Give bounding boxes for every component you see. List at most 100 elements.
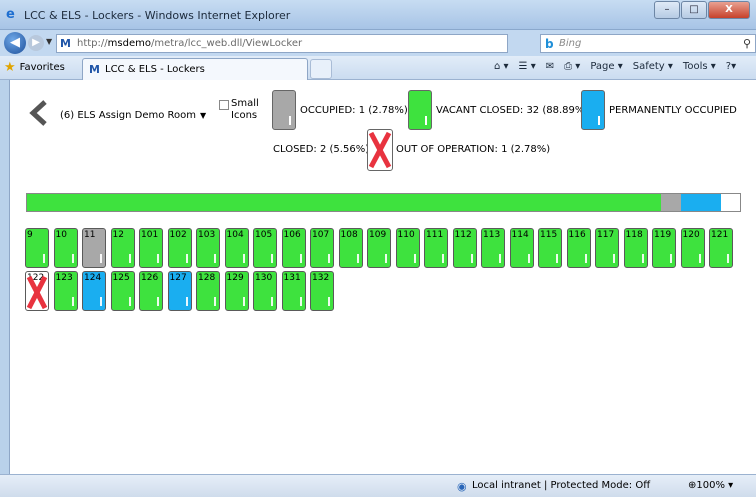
new-tab-button[interactable] bbox=[310, 59, 332, 79]
locker-11[interactable]: 11 bbox=[82, 228, 106, 268]
zoom-level[interactable]: ⊕100% ▾ bbox=[688, 480, 733, 491]
out-of-operation-swatch bbox=[367, 129, 393, 171]
locker-111[interactable]: 111 bbox=[424, 228, 448, 268]
locker-handle bbox=[157, 297, 159, 306]
tab-lockers[interactable]: M LCC & ELS - Lockers bbox=[82, 58, 308, 80]
safety-menu[interactable]: Safety ▾ bbox=[633, 61, 673, 72]
locker-12[interactable]: 12 bbox=[110, 228, 135, 268]
close-button[interactable]: X bbox=[708, 1, 750, 19]
locker-handle bbox=[442, 254, 444, 263]
back-button[interactable]: ◀ bbox=[4, 32, 26, 54]
locker-105[interactable]: 105 bbox=[253, 228, 277, 268]
locker-117[interactable]: 117 bbox=[595, 228, 619, 268]
tools-menu[interactable]: Tools ▾ bbox=[683, 61, 716, 72]
locker-129[interactable]: 129 bbox=[224, 271, 249, 311]
locker-number: 110 bbox=[397, 230, 415, 240]
locker-106[interactable]: 106 bbox=[281, 228, 306, 268]
locker-handle bbox=[698, 254, 701, 263]
locker-120[interactable]: 120 bbox=[680, 228, 705, 268]
locker-10[interactable]: 10 bbox=[53, 228, 78, 268]
locker-handle bbox=[385, 254, 387, 263]
locker-number: 131 bbox=[283, 273, 301, 283]
address-url[interactable]: http://msdemo/metra/lcc_web.dll/ViewLock… bbox=[77, 38, 302, 49]
locker-118[interactable]: 118 bbox=[623, 228, 648, 268]
locker-102[interactable]: 102 bbox=[167, 228, 192, 268]
locker-107[interactable]: 107 bbox=[310, 228, 334, 268]
locker-number: 128 bbox=[198, 273, 216, 283]
occupancy-bar-permanent bbox=[681, 194, 721, 211]
legend-occupied: OCCUPIED: 1 (2.78%) bbox=[272, 90, 408, 130]
locker-number: 113 bbox=[483, 230, 501, 240]
locker-handle bbox=[584, 254, 587, 263]
locker-handle bbox=[641, 254, 644, 263]
favorites-bar: ★ Favorites M LCC & ELS - Lockers ⌂ ▾ ☰ … bbox=[0, 56, 756, 80]
help-menu[interactable]: ?▾ bbox=[726, 61, 736, 72]
locker-handle bbox=[499, 254, 501, 263]
locker-number: 104 bbox=[226, 230, 244, 240]
locker-9[interactable]: 9 bbox=[25, 228, 49, 268]
room-select-value: (6) ELS Assign Demo Room bbox=[60, 109, 197, 121]
locker-handle bbox=[470, 254, 473, 263]
locker-number: 125 bbox=[112, 273, 130, 283]
home-icon[interactable]: ⌂ ▾ bbox=[494, 61, 509, 72]
locker-number: 130 bbox=[255, 273, 273, 283]
legend-vacant-closed: VACANT CLOSED: 32 (88.89%) bbox=[408, 90, 588, 130]
small-icons-checkbox[interactable] bbox=[219, 100, 229, 110]
minimize-button[interactable]: – bbox=[654, 1, 680, 19]
locker-109[interactable]: 109 bbox=[367, 228, 391, 268]
locker-124[interactable]: 124 bbox=[82, 271, 106, 311]
history-dropdown-icon[interactable]: ▼ bbox=[46, 37, 52, 46]
locker-104[interactable]: 104 bbox=[224, 228, 249, 268]
locker-number: 111 bbox=[426, 230, 444, 240]
locker-handle bbox=[328, 254, 330, 263]
feeds-icon[interactable]: ☰ ▾ bbox=[519, 61, 536, 72]
locker-number: 118 bbox=[625, 230, 643, 240]
vacant-swatch bbox=[408, 90, 432, 130]
locker-132[interactable]: 132 bbox=[310, 271, 334, 311]
locker-121[interactable]: 121 bbox=[709, 228, 733, 268]
locker-123[interactable]: 123 bbox=[53, 271, 78, 311]
locker-127[interactable]: 127 bbox=[167, 271, 192, 311]
room-select[interactable]: (6) ELS Assign Demo Room ▼ bbox=[60, 107, 206, 123]
print-icon[interactable]: ⎙ ▾ bbox=[564, 61, 580, 72]
favorites-button[interactable]: ★ Favorites bbox=[4, 60, 65, 75]
locker-number: 129 bbox=[226, 273, 244, 283]
locker-101[interactable]: 101 bbox=[139, 228, 163, 268]
locker-number: 119 bbox=[654, 230, 672, 240]
locker-126[interactable]: 126 bbox=[139, 271, 163, 311]
mail-icon[interactable]: ✉ bbox=[546, 61, 554, 72]
locker-114[interactable]: 114 bbox=[509, 228, 534, 268]
locker-125[interactable]: 125 bbox=[110, 271, 135, 311]
page-menu[interactable]: Page ▾ bbox=[590, 61, 622, 72]
locker-number: 102 bbox=[169, 230, 187, 240]
locker-handle bbox=[128, 254, 131, 263]
locker-130[interactable]: 130 bbox=[253, 271, 277, 311]
locker-handle bbox=[613, 254, 615, 263]
locker-number: 106 bbox=[283, 230, 301, 240]
locker-number: 121 bbox=[711, 230, 729, 240]
command-bar: ⌂ ▾ ☰ ▾ ✉ ⎙ ▾ Page ▾ Safety ▾ Tools ▾ ?▾ bbox=[494, 61, 736, 72]
locker-number: 132 bbox=[312, 273, 330, 283]
page-content: (6) ELS Assign Demo Room ▼ Small Icons O… bbox=[9, 80, 756, 474]
locker-113[interactable]: 113 bbox=[481, 228, 505, 268]
forward-button[interactable]: ▶ bbox=[28, 35, 44, 51]
locker-115[interactable]: 115 bbox=[538, 228, 562, 268]
legend-permanently-occupied: PERMANENTLY OCCUPIED bbox=[581, 90, 737, 130]
search-input[interactable]: b Bing ⚲ bbox=[540, 34, 756, 53]
locker-116[interactable]: 116 bbox=[566, 228, 591, 268]
search-icon[interactable]: ⚲ bbox=[743, 37, 751, 50]
locker-number: 115 bbox=[540, 230, 558, 240]
locker-handle bbox=[242, 254, 245, 263]
locker-122[interactable]: 122 bbox=[25, 271, 49, 311]
locker-131[interactable]: 131 bbox=[281, 271, 306, 311]
locker-112[interactable]: 112 bbox=[452, 228, 477, 268]
locker-103[interactable]: 103 bbox=[196, 228, 220, 268]
maximize-button[interactable]: □ bbox=[681, 1, 707, 19]
address-input[interactable]: M http://msdemo/metra/lcc_web.dll/ViewLo… bbox=[56, 34, 584, 53]
locker-110[interactable]: 110 bbox=[395, 228, 420, 268]
locker-119[interactable]: 119 bbox=[652, 228, 676, 268]
locker-108[interactable]: 108 bbox=[338, 228, 363, 268]
locker-number: 105 bbox=[255, 230, 273, 240]
locker-128[interactable]: 128 bbox=[196, 271, 220, 311]
back-arrow-icon[interactable] bbox=[28, 100, 50, 126]
